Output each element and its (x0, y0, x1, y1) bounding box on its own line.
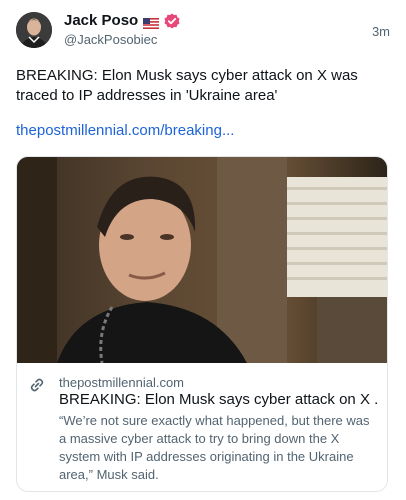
post-card[interactable]: Jack Poso @JackPosobiec 3m BREAKING: Elo… (0, 0, 406, 500)
author-name[interactable]: Jack Poso (64, 12, 138, 30)
avatar[interactable] (16, 12, 52, 48)
card-domain: thepostmillennial.com (59, 375, 185, 390)
post-timestamp[interactable]: 3m (372, 24, 390, 39)
post-text: BREAKING: Elon Musk says cyber attack on… (16, 67, 358, 104)
author-row: Jack Poso (64, 12, 180, 30)
card-image (17, 157, 387, 363)
verified-badge-icon (164, 13, 180, 29)
us-flag-icon (143, 16, 160, 29)
link-preview-card[interactable]: thepostmillennial.com BREAKING: Elon Mus… (16, 156, 388, 492)
author-handle[interactable]: @JackPosobiec (64, 32, 157, 47)
card-title: BREAKING: Elon Musk says cyber attack on… (59, 391, 377, 408)
post-link[interactable]: thepostmillennial.com/breaking... (16, 122, 234, 139)
link-icon (29, 377, 45, 393)
card-description: “We’re not sure exactly what happened, b… (59, 413, 370, 482)
